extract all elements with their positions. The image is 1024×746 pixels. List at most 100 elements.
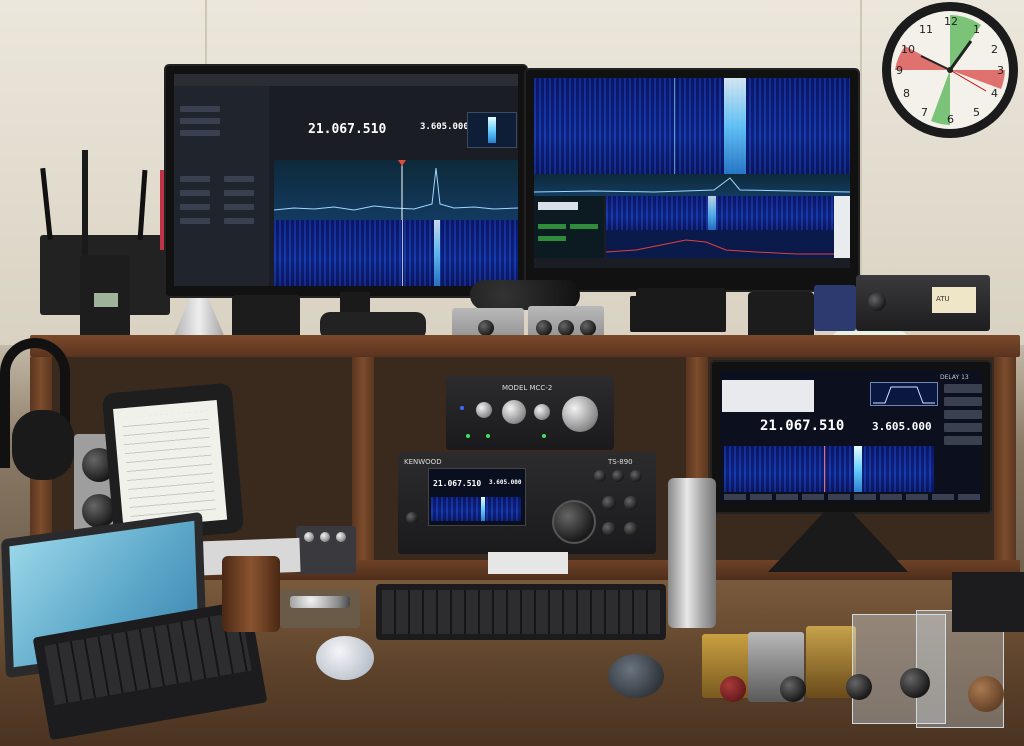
- switch-knob[interactable]: [478, 320, 494, 336]
- tuner-label: ATU: [936, 295, 950, 303]
- paddle-knob[interactable]: [720, 676, 746, 702]
- clock-number: 11: [919, 23, 933, 36]
- paddle-knob[interactable]: [900, 668, 930, 698]
- vfo-a-frequency: 21.067.510: [308, 122, 387, 137]
- panel-button[interactable]: [180, 190, 210, 196]
- controller-main-knob[interactable]: [562, 396, 598, 432]
- controller-box: MODEL MCC-2: [446, 376, 614, 450]
- radio-model: TS-890: [608, 458, 633, 466]
- paddle-knob[interactable]: [780, 676, 806, 702]
- panel-button[interactable]: [224, 204, 254, 210]
- straight-key-knob[interactable]: [968, 676, 1004, 712]
- software-panel: [534, 196, 604, 258]
- soft-key-row[interactable]: [724, 494, 980, 500]
- function-key[interactable]: [944, 410, 982, 419]
- radio-monitor-screen: DELAY 13 21.067.510 3.605.000: [720, 370, 982, 502]
- waterfall-signal: [481, 497, 485, 521]
- antenna-tuner: ATU: [856, 275, 990, 331]
- panel-button[interactable]: [180, 106, 220, 112]
- panel-button[interactable]: [224, 190, 254, 196]
- spectrum-trace: [534, 177, 850, 193]
- log-sheet: [113, 399, 228, 529]
- waterfall-display: [274, 220, 518, 286]
- tv-vfo-sub-frequency: 3.605.000: [872, 420, 932, 433]
- tuner-knob[interactable]: [868, 293, 886, 311]
- morse-key[interactable]: [280, 590, 360, 628]
- function-key[interactable]: [944, 397, 982, 406]
- filter-display: [870, 382, 938, 406]
- tuner-meter: ATU: [932, 287, 976, 313]
- morse-key-arm[interactable]: [290, 596, 350, 608]
- handheld-radio: [80, 255, 130, 343]
- panel-button[interactable]: [180, 218, 210, 224]
- tune-marker: [674, 78, 675, 174]
- bandscope-trace: [605, 239, 834, 255]
- waterfall-signal: [708, 196, 716, 230]
- clock-number: 9: [896, 64, 903, 77]
- status-button[interactable]: [570, 224, 598, 229]
- switch-knob[interactable]: [580, 320, 596, 336]
- keyboard-keys[interactable]: [382, 590, 660, 634]
- panel-button[interactable]: [224, 176, 254, 182]
- audio-mixer: [296, 526, 356, 574]
- side-panel: [834, 196, 850, 258]
- tin-can: [668, 478, 716, 628]
- radio-knob[interactable]: [630, 470, 642, 482]
- paper-note: [488, 552, 568, 574]
- radio-knob[interactable]: [602, 496, 616, 510]
- radio-knob[interactable]: [406, 512, 418, 524]
- switch-knob[interactable]: [536, 320, 552, 336]
- radio-knob[interactable]: [602, 522, 616, 536]
- waterfall-signal: [724, 78, 746, 174]
- clock-number: 8: [903, 87, 910, 100]
- clock-number: 1: [973, 23, 980, 36]
- control-panel: [174, 86, 269, 286]
- radio-waterfall: [431, 497, 521, 521]
- radio-brand: KENWOOD: [404, 458, 442, 466]
- vfo-b-frequency: 3.605.000: [420, 122, 469, 132]
- clock-face: 12 1 2 3 4 5 6 7 8 9 10 11: [891, 11, 1009, 129]
- paddle-knob[interactable]: [846, 674, 872, 700]
- status-button[interactable]: [538, 236, 566, 241]
- power-led: [460, 406, 464, 410]
- radio-monitor: DELAY 13 21.067.510 3.605.000: [712, 362, 990, 512]
- panel-button[interactable]: [180, 118, 220, 124]
- waterfall-signal: [434, 220, 440, 286]
- panel-button[interactable]: [180, 176, 210, 182]
- white-mouse[interactable]: [316, 636, 374, 680]
- main-tuning-knob[interactable]: [552, 500, 596, 544]
- memo-box: [722, 380, 814, 412]
- right-monitor: [526, 70, 858, 290]
- radio-knob[interactable]: [594, 470, 606, 482]
- clock-number: 10: [901, 43, 915, 56]
- radio-knob[interactable]: [624, 522, 638, 536]
- panel-button[interactable]: [180, 130, 220, 136]
- panel-button[interactable]: [224, 218, 254, 224]
- radio-knob[interactable]: [624, 496, 638, 510]
- handheld-display: [94, 293, 118, 307]
- mixer-knob[interactable]: [336, 532, 346, 542]
- keyboard[interactable]: [376, 584, 666, 640]
- status-led: [466, 434, 470, 438]
- controller-knob[interactable]: [534, 404, 550, 420]
- black-mouse[interactable]: [608, 654, 664, 698]
- mixer-knob[interactable]: [320, 532, 330, 542]
- radio-display-freq-sub: 3.605.000: [489, 479, 522, 486]
- switch-knob[interactable]: [558, 320, 574, 336]
- left-monitor: 21.067.510 3.605.000: [166, 66, 526, 296]
- waterfall-signal: [854, 446, 862, 492]
- handheld-antenna: [82, 150, 88, 260]
- radio-knob[interactable]: [612, 470, 624, 482]
- function-key[interactable]: [944, 423, 982, 432]
- shelf-post: [994, 357, 1016, 567]
- function-key[interactable]: [944, 436, 982, 445]
- function-key[interactable]: [944, 384, 982, 393]
- status-button[interactable]: [538, 224, 566, 229]
- log-lines: [121, 410, 217, 518]
- status-led: [486, 434, 490, 438]
- controller-knob[interactable]: [476, 402, 492, 418]
- delay-label: DELAY 13: [940, 374, 969, 381]
- controller-knob[interactable]: [502, 400, 526, 424]
- mixer-knob[interactable]: [304, 532, 314, 542]
- panel-button[interactable]: [180, 204, 210, 210]
